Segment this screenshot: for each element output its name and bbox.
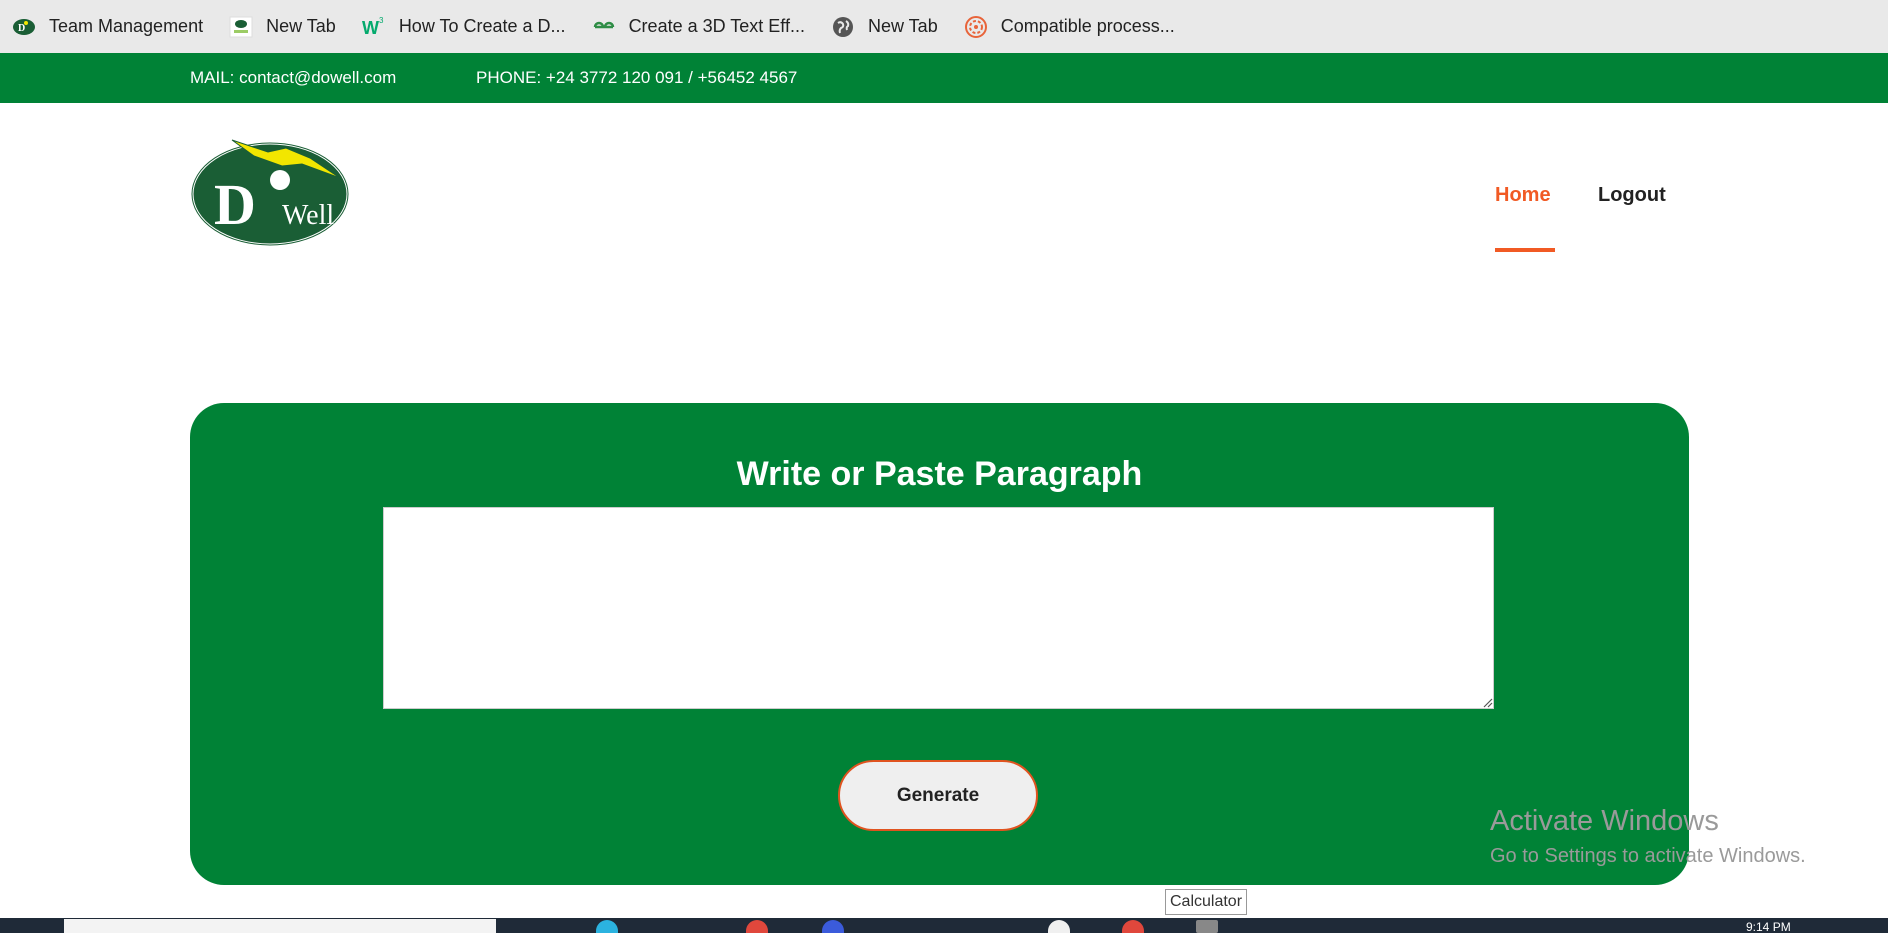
dowell-icon: D <box>12 15 36 39</box>
taskbar-search-box[interactable] <box>64 919 496 933</box>
calculator-tooltip: Calculator <box>1165 889 1248 915</box>
paragraph-card: Write or Paste Paragraph Generate <box>190 403 1689 885</box>
dowell-small-icon <box>229 15 253 39</box>
paragraph-textarea[interactable] <box>383 507 1494 709</box>
logo-word: Well <box>282 200 334 231</box>
dowell-logo[interactable]: D Well <box>190 138 350 248</box>
logo-letter: D <box>214 172 256 237</box>
bookmark-label: Create a 3D Text Eff... <box>628 16 805 36</box>
activate-windows-subtitle: Go to Settings to activate Windows. <box>1490 845 1806 867</box>
bookmark-label: How To Create a D... <box>398 16 566 36</box>
svg-text:3: 3 <box>379 16 384 25</box>
bookmark-compatible-process[interactable]: Compatible process... <box>964 0 1189 53</box>
globe-icon <box>831 15 855 39</box>
contact-phone: PHONE: +24 3772 120 091 / +56452 4567 <box>476 68 798 87</box>
w3schools-icon: W3 <box>362 15 386 39</box>
bookmark-label: Team Management <box>49 16 204 36</box>
spiral-icon <box>964 15 988 39</box>
bookmarks-bar: D Team Management New Tab W3 How To Crea… <box>0 0 1888 53</box>
activate-windows-title: Activate Windows <box>1490 805 1719 837</box>
bookmark-how-to-create[interactable]: W3 How To Create a D... <box>362 0 580 53</box>
svg-text:W: W <box>362 18 379 38</box>
generate-button[interactable]: Generate <box>838 760 1038 831</box>
bookmark-label: Compatible process... <box>1000 16 1175 36</box>
contact-mail: MAIL: contact@dowell.com <box>190 68 397 87</box>
bookmark-create-3d-text[interactable]: Create a 3D Text Eff... <box>592 0 819 53</box>
bookmark-new-tab-2[interactable]: New Tab <box>831 0 952 53</box>
bookmark-label: New Tab <box>266 16 336 36</box>
bookmark-new-tab-1[interactable]: New Tab <box>229 0 350 53</box>
contact-bar: MAIL: contact@dowell.com PHONE: +24 3772… <box>0 53 1888 103</box>
nav-active-indicator <box>1495 248 1555 252</box>
nav-home[interactable]: Home <box>1495 184 1551 207</box>
taskbar-calculator-icon[interactable] <box>1196 920 1218 933</box>
bookmark-team-management[interactable]: D Team Management <box>12 0 217 53</box>
taskbar-clock: 9:14 PM <box>1746 920 1791 934</box>
geeksforgeeks-icon <box>592 15 616 39</box>
nav-logout[interactable]: Logout <box>1598 184 1666 207</box>
bookmark-label: New Tab <box>868 16 938 36</box>
card-title: Write or Paste Paragraph <box>736 455 1143 493</box>
svg-text:D: D <box>18 23 25 34</box>
resize-grip-icon[interactable] <box>1481 696 1493 708</box>
